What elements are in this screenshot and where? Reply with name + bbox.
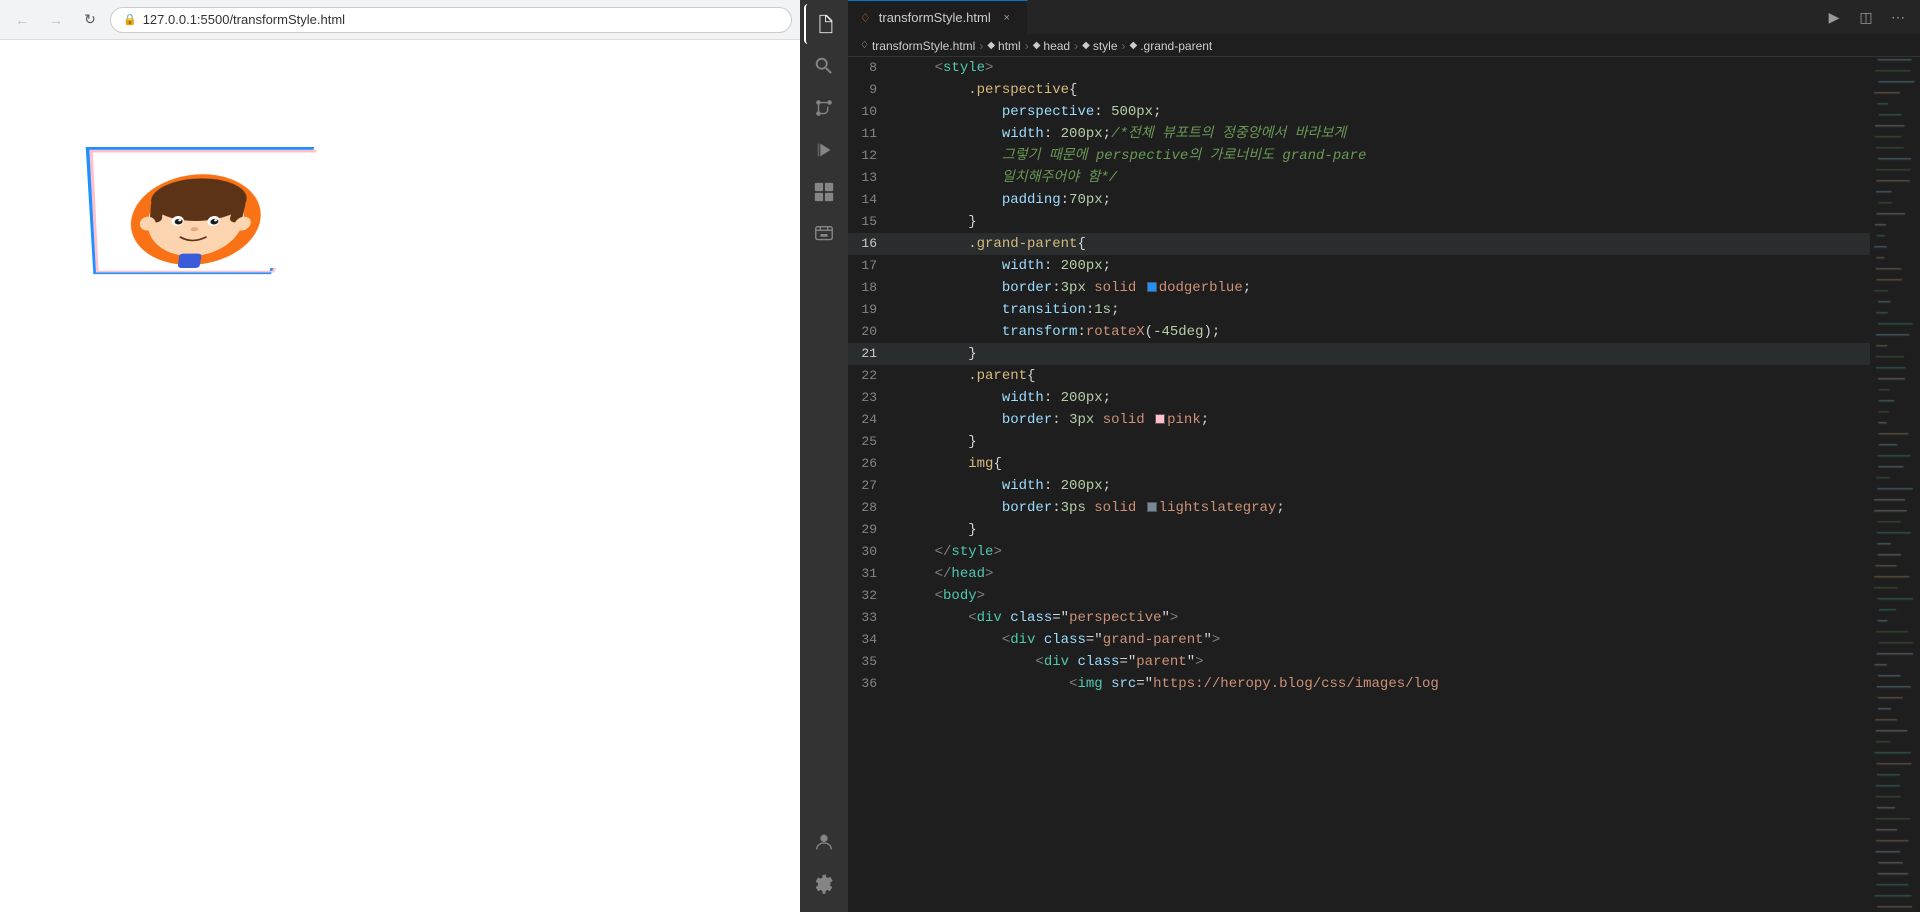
breadcrumb-file[interactable]: ♢ transformStyle.html bbox=[860, 39, 975, 53]
code-line-20: 20 transform:rotateX(-45deg); bbox=[848, 321, 1870, 343]
tab-close-button[interactable]: × bbox=[999, 10, 1015, 26]
run-preview-icon[interactable]: ▶ bbox=[1820, 4, 1848, 32]
tab-transformstyle[interactable]: ♢ transformStyle.html × bbox=[848, 0, 1028, 35]
activity-run-icon[interactable] bbox=[804, 130, 844, 170]
code-content-area[interactable]: 8 <style> 9 .perspective{ 10 perspective… bbox=[848, 57, 1870, 912]
code-line-30: 30 </style> bbox=[848, 541, 1870, 563]
code-line-26: 26 img{ bbox=[848, 453, 1870, 475]
code-line-25: 25 } bbox=[848, 431, 1870, 453]
tab-bar: ♢ transformStyle.html × ▶ ◫ ⋯ bbox=[848, 0, 1920, 35]
activity-bar bbox=[800, 0, 848, 912]
activity-extensions-icon[interactable] bbox=[804, 172, 844, 212]
code-line-31: 31 </head> bbox=[848, 563, 1870, 585]
breadcrumb-sep-2: › bbox=[1025, 39, 1029, 53]
code-line-10: 10 perspective: 500px; bbox=[848, 101, 1870, 123]
breadcrumb-html[interactable]: ◆ html bbox=[987, 39, 1020, 53]
code-line-29: 29 } bbox=[848, 519, 1870, 541]
code-line-9: 9 .perspective{ bbox=[848, 79, 1870, 101]
back-button[interactable]: ← bbox=[8, 6, 36, 34]
code-line-36: 36 <img src="https://heropy.blog/css/ima… bbox=[848, 673, 1870, 695]
activity-bar-bottom bbox=[804, 822, 844, 912]
browser-content bbox=[0, 40, 800, 912]
breadcrumb: ♢ transformStyle.html › ◆ html › ◆ head … bbox=[848, 35, 1920, 57]
activity-git-icon[interactable] bbox=[804, 88, 844, 128]
activity-explorer-icon[interactable] bbox=[804, 4, 844, 44]
code-line-32: 32 <body> bbox=[848, 585, 1870, 607]
breadcrumb-html-icon: ◆ bbox=[987, 40, 995, 51]
preview-perspective bbox=[20, 60, 220, 377]
address-bar[interactable]: 🔒 127.0.0.1:5500/transformStyle.html bbox=[110, 7, 792, 33]
tab-title: transformStyle.html bbox=[879, 10, 991, 25]
code-line-22: 22 .parent{ bbox=[848, 365, 1870, 387]
tab-file-icon: ♢ bbox=[860, 11, 871, 25]
vscode-editor-panel: ♢ transformStyle.html × ▶ ◫ ⋯ ♢ transfor… bbox=[800, 0, 1920, 912]
breadcrumb-sep-4: › bbox=[1122, 39, 1126, 53]
code-line-33: 33 <div class="perspective"> bbox=[848, 607, 1870, 629]
breadcrumb-head[interactable]: ◆ head bbox=[1033, 39, 1070, 53]
breadcrumb-style-icon: ◆ bbox=[1082, 40, 1090, 51]
code-line-15: 15 } bbox=[848, 211, 1870, 233]
code-line-35: 35 <div class="parent"> bbox=[848, 651, 1870, 673]
browser-toolbar: ← → ↻ 🔒 127.0.0.1:5500/transformStyle.ht… bbox=[0, 0, 800, 40]
breadcrumb-head-icon: ◆ bbox=[1033, 40, 1041, 51]
code-line-11: 11 width: 200px;/*전체 뷰포트의 정중앙에서 바라보게 bbox=[848, 123, 1870, 145]
code-line-14: 14 padding:70px; bbox=[848, 189, 1870, 211]
code-line-16: 16 .grand-parent{ bbox=[848, 233, 1870, 255]
code-line-12: 12 그렇기 때문에 perspective의 가로너비도 grand-pare bbox=[848, 145, 1870, 167]
lock-icon: 🔒 bbox=[123, 13, 137, 26]
minimap-canvas bbox=[1870, 57, 1920, 912]
browser-panel: ← → ↻ 🔒 127.0.0.1:5500/transformStyle.ht… bbox=[0, 0, 800, 912]
code-line-34: 34 <div class="grand-parent"> bbox=[848, 629, 1870, 651]
code-editor: 8 <style> 9 .perspective{ 10 perspective… bbox=[848, 57, 1920, 912]
more-actions-icon[interactable]: ⋯ bbox=[1884, 4, 1912, 32]
forward-button[interactable]: → bbox=[42, 6, 70, 34]
breadcrumb-grandparent-icon: ◆ bbox=[1130, 40, 1138, 51]
activity-search-icon[interactable] bbox=[804, 46, 844, 86]
breadcrumb-file-icon: ♢ bbox=[860, 40, 869, 51]
code-line-8: 8 <style> bbox=[848, 57, 1870, 79]
code-line-19: 19 transition:1s; bbox=[848, 299, 1870, 321]
breadcrumb-grand-parent[interactable]: ◆ .grand-parent bbox=[1130, 39, 1213, 53]
avatar-image bbox=[93, 152, 319, 267]
code-line-13: 13 일치해주어야 함*/ bbox=[848, 167, 1870, 189]
vscode-panel: ♢ transformStyle.html × ▶ ◫ ⋯ ♢ transfor… bbox=[848, 0, 1920, 912]
code-line-24: 24 border: 3px solid pink; bbox=[848, 409, 1870, 431]
activity-account-icon[interactable] bbox=[804, 822, 844, 862]
preview-grand-parent bbox=[86, 147, 315, 274]
breadcrumb-sep-1: › bbox=[979, 39, 983, 53]
reload-button[interactable]: ↻ bbox=[76, 6, 104, 34]
preview-parent bbox=[89, 150, 317, 273]
code-line-28: 28 border:3ps solid lightslategray; bbox=[848, 497, 1870, 519]
minimap bbox=[1870, 57, 1920, 912]
breadcrumb-style[interactable]: ◆ style bbox=[1082, 39, 1117, 53]
activity-remote-icon[interactable] bbox=[804, 214, 844, 254]
split-editor-icon[interactable]: ◫ bbox=[1852, 4, 1880, 32]
url-text: 127.0.0.1:5500/transformStyle.html bbox=[143, 12, 345, 27]
breadcrumb-sep-3: › bbox=[1074, 39, 1078, 53]
code-line-17: 17 width: 200px; bbox=[848, 255, 1870, 277]
activity-settings-icon[interactable] bbox=[804, 864, 844, 904]
top-right-icons: ▶ ◫ ⋯ bbox=[1820, 0, 1920, 35]
code-line-27: 27 width: 200px; bbox=[848, 475, 1870, 497]
code-line-23: 23 width: 200px; bbox=[848, 387, 1870, 409]
code-line-21: 21 } bbox=[848, 343, 1870, 365]
code-line-18: 18 border:3px solid dodgerblue; bbox=[848, 277, 1870, 299]
